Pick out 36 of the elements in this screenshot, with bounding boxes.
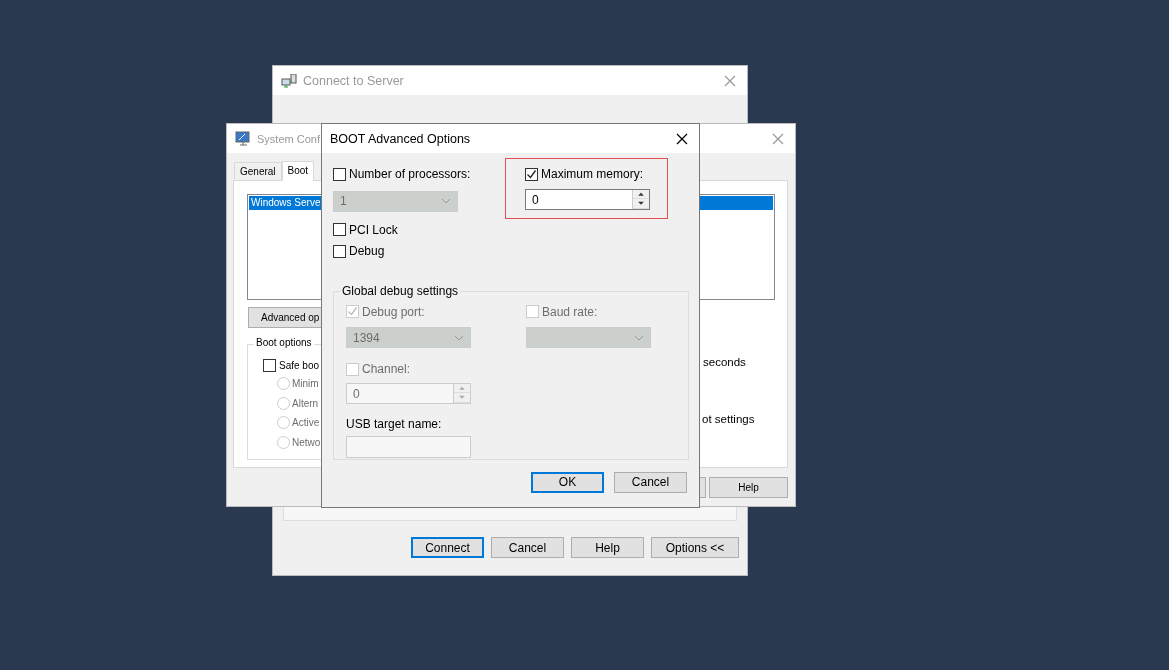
- chevron-down-icon: [454, 334, 464, 341]
- dialog-button[interactable]: OK: [531, 471, 604, 493]
- checkmark-icon: [347, 306, 358, 317]
- dialog-button[interactable]: Help: [571, 537, 644, 558]
- tab[interactable]: Boot: [281, 161, 315, 181]
- chevron-down-icon: [441, 198, 451, 204]
- timeout-unit: seconds: [703, 356, 747, 368]
- dialog-button[interactable]: Cancel: [614, 471, 687, 493]
- radio-circle-icon: [277, 377, 290, 390]
- checkbox[interactable]: Safe boo: [263, 359, 320, 372]
- radio-circle-icon: [277, 416, 290, 429]
- chevron-down-icon: [634, 334, 644, 341]
- checkbox[interactable]: Debug: [333, 244, 385, 258]
- checkmark-icon: [526, 168, 537, 180]
- monitor-icon: [235, 130, 251, 147]
- checkbox[interactable]: PCI Lock: [333, 222, 398, 237]
- window-title: Connect to Server: [303, 73, 404, 88]
- close-icon[interactable]: [676, 132, 688, 145]
- network-computers-icon: [281, 73, 297, 88]
- group-title: Global debug settings: [340, 283, 461, 298]
- spin-up-icon[interactable]: [633, 189, 649, 199]
- spin-down-icon[interactable]: [633, 199, 649, 209]
- number-field[interactable]: 0: [525, 188, 650, 210]
- dialog-button[interactable]: Cancel: [491, 537, 564, 558]
- radio-circle-icon: [277, 396, 290, 410]
- checkbox[interactable]: Maximum memory:: [525, 167, 643, 181]
- radio-circle-icon: [277, 435, 290, 449]
- permanent-settings-label: ot settings: [702, 413, 755, 425]
- help-button[interactable]: Help: [709, 477, 788, 498]
- window-title: System Conf: [257, 132, 320, 145]
- group-title: Boot options: [254, 337, 314, 348]
- field-label: USB target name:: [346, 416, 443, 431]
- dialog-button[interactable]: Options <<: [651, 537, 739, 558]
- tab[interactable]: General: [234, 162, 282, 180]
- dialog-button[interactable]: Connect: [411, 537, 484, 558]
- window-title: BOOT Advanced Options: [330, 131, 471, 146]
